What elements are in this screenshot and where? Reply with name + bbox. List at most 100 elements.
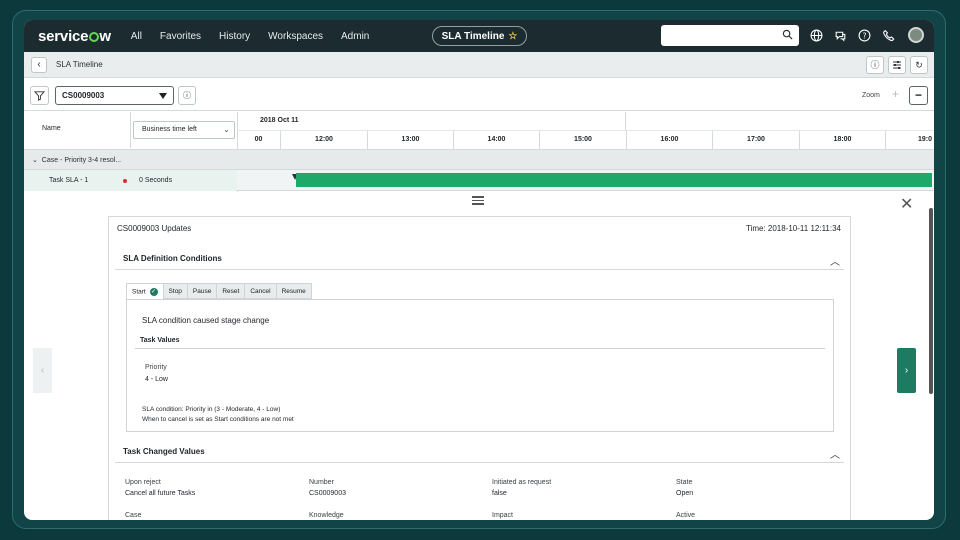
sla-condition-text: SLA condition: Priority in (3 - Moderate… <box>142 406 281 413</box>
phone-icon[interactable] <box>882 29 895 42</box>
tab-start[interactable]: Start ✓ <box>126 283 164 299</box>
record-select[interactable]: CS0009003 <box>55 86 174 105</box>
zoom-in-button[interactable]: + <box>886 86 905 105</box>
nav-link-workspaces[interactable]: Workspaces <box>268 31 323 42</box>
check-icon: ✓ <box>149 288 158 296</box>
previous-update-button[interactable]: ‹ <box>33 348 52 393</box>
pill-title: SLA Timeline <box>441 30 505 42</box>
task-changed-values-header[interactable]: Task Changed Values ︿ <box>115 439 844 463</box>
caret-down-icon <box>159 93 167 99</box>
task-sla-row[interactable]: Task SLA - 1 0 Seconds <box>24 169 934 191</box>
chevron-up-icon[interactable]: ︿ <box>830 446 840 461</box>
nav-link-admin[interactable]: Admin <box>341 31 369 42</box>
section-title: SLA Definition Conditions <box>123 254 222 263</box>
hour-label: 15:00 <box>539 131 626 149</box>
update-card-title: CS0009003 Updates <box>117 224 192 233</box>
settings-sliders-button[interactable] <box>888 56 906 74</box>
zoom-out-button[interactable]: − <box>909 86 928 105</box>
globe-icon[interactable] <box>810 29 823 42</box>
record-info-button[interactable]: ⓘ <box>178 86 196 105</box>
nav-links: All Favorites History Workspaces Admin <box>131 31 388 42</box>
chevron-down-icon: ⌄ <box>223 125 230 134</box>
user-avatar[interactable] <box>908 27 924 43</box>
field-upon-reject: Upon reject Cancel all future Tasks <box>125 479 196 497</box>
page-title-pill[interactable]: SLA Timeline ☆ <box>432 26 527 46</box>
tab-resume[interactable]: Resume <box>276 283 312 299</box>
global-search-input[interactable] <box>661 25 799 46</box>
priority-value: 4 - Low <box>145 376 168 383</box>
task-sla-time-left: 0 Seconds <box>139 177 173 184</box>
sla-progress-bar[interactable] <box>296 173 932 187</box>
field-impact: Impact <box>492 512 514 519</box>
field-case: Case <box>125 512 142 519</box>
business-time-select-value: Business time left <box>142 126 197 133</box>
breach-dot-icon <box>123 179 127 183</box>
next-update-button[interactable]: › <box>897 348 916 393</box>
hour-label: 18:00 <box>799 131 885 149</box>
hour-label: 00 <box>254 136 263 143</box>
hour-scale: 00 12:00 13:00 14:00 15:00 16:00 17:00 1… <box>237 130 934 149</box>
section-title: Task Changed Values <box>123 447 205 456</box>
business-time-select[interactable]: Business time left ⌄ <box>133 121 235 139</box>
filter-bar: CS0009003 ⓘ Zoom + − <box>24 79 934 111</box>
help-icon[interactable]: ? <box>858 29 871 42</box>
hour-label: 13:00 <box>367 131 453 149</box>
cancel-condition-text: When to cancel is set as Start condition… <box>142 416 294 423</box>
logo-o-mark <box>88 31 99 42</box>
tab-cancel[interactable]: Cancel <box>245 283 277 299</box>
hour-label: 12:00 <box>280 131 367 149</box>
svg-text:?: ? <box>862 31 866 40</box>
group-row-label: ⌄ Case - Priority 3-4 resol... <box>32 157 122 164</box>
start-tab-panel: SLA condition caused stage change Task V… <box>126 299 834 432</box>
search-icon <box>782 29 793 40</box>
filter-button[interactable] <box>30 86 49 105</box>
servicenow-logo[interactable]: service w <box>38 28 111 45</box>
back-button[interactable]: ‹ <box>31 57 47 73</box>
tab-pause[interactable]: Pause <box>187 283 218 299</box>
update-timestamp: Time: 2018-10-11 12:11:34 <box>745 224 841 233</box>
day-divider <box>625 112 626 130</box>
panel-scrollbar[interactable] <box>929 208 933 394</box>
condition-tabs: Start ✓ Stop Pause Reset Cancel Resume <box>126 283 312 299</box>
field-active: Active <box>676 512 696 519</box>
hour-label: 16:00 <box>626 131 712 149</box>
filter-icon <box>33 91 46 101</box>
timeline-date: 2018 Oct 11 <box>260 117 299 124</box>
hour-label: 19:0 <box>885 131 934 149</box>
close-panel-button[interactable]: ✕ <box>900 194 913 214</box>
hour-label: 17:00 <box>712 131 799 149</box>
name-column-header: Name <box>24 112 131 148</box>
sla-timeline: Name Business time left ⌄ 2018 Oct 11 00… <box>24 112 934 192</box>
record-select-value: CS0009003 <box>62 91 105 100</box>
field-state: State Open <box>676 479 694 497</box>
divider <box>135 348 825 349</box>
sub-header: ‹ SLA Timeline ⓘ ↻ <box>24 52 934 78</box>
hour-label: 14:00 <box>453 131 539 149</box>
refresh-button[interactable]: ↻ <box>910 56 928 74</box>
nav-link-history[interactable]: History <box>219 31 250 42</box>
nav-link-favorites[interactable]: Favorites <box>160 31 201 42</box>
app-window: service w All Favorites History Workspace… <box>24 20 934 520</box>
stage-change-description: SLA condition caused stage change <box>142 316 270 325</box>
resize-grip-icon[interactable] <box>472 196 484 207</box>
tab-reset[interactable]: Reset <box>217 283 246 299</box>
update-card: CS0009003 Updates Time: 2018-10-11 12:11… <box>108 216 851 520</box>
star-icon[interactable]: ☆ <box>508 31 517 42</box>
tab-stop[interactable]: Stop <box>163 283 188 299</box>
sla-definition-section-header[interactable]: SLA Definition Conditions ︿ <box>115 246 844 270</box>
field-initiated-as-request: Initiated as request false <box>492 479 552 497</box>
nav-link-all[interactable]: All <box>131 31 142 42</box>
sliders-icon <box>893 61 901 69</box>
chevron-up-icon[interactable]: ︿ <box>830 253 840 268</box>
priority-label: Priority <box>145 364 167 371</box>
task-sla-name: Task SLA - 1 <box>49 177 89 184</box>
info-button[interactable]: ⓘ <box>866 56 884 74</box>
zoom-label: Zoom <box>862 92 880 99</box>
field-knowledge: Knowledge <box>309 512 344 519</box>
group-row[interactable]: ⌄ Case - Priority 3-4 resol... <box>24 149 934 169</box>
chat-icon[interactable] <box>834 29 847 42</box>
page-title: SLA Timeline <box>56 60 103 69</box>
task-values-heading: Task Values <box>140 337 180 344</box>
field-number: Number CS0009003 <box>309 479 346 497</box>
top-nav: service w All Favorites History Workspace… <box>24 20 934 52</box>
